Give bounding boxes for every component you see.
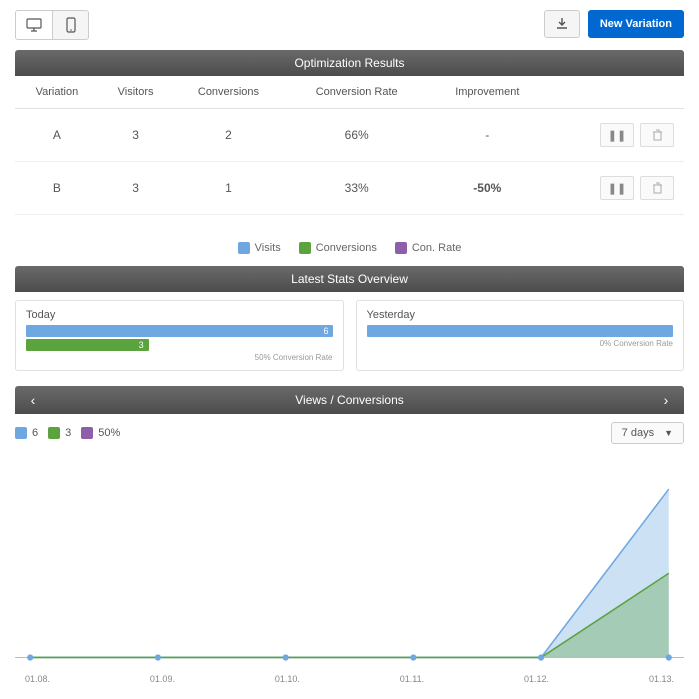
delete-button[interactable]: [640, 176, 674, 200]
legend-conversions: Conversions: [299, 242, 377, 254]
toolbar-right: New Variation: [544, 10, 684, 40]
cell-rate: 33%: [285, 162, 429, 215]
latest-stats-header: Latest Stats Overview: [15, 266, 684, 292]
range-label: 7 days: [622, 427, 654, 439]
col-improvement: Improvement: [429, 76, 546, 109]
trash-icon: [652, 182, 663, 194]
chevron-down-icon: ▼: [664, 428, 673, 438]
today-conversions-bar: [26, 339, 149, 351]
chart-legend: Visits Conversions Con. Rate: [0, 230, 699, 266]
results-table: Variation Visitors Conversions Conversio…: [15, 76, 684, 215]
cell-variation: B: [15, 162, 99, 215]
prev-arrow[interactable]: ‹: [21, 392, 45, 408]
cell-variation: A: [15, 109, 99, 162]
yesterday-rate-text: 0% Conversion Rate: [367, 339, 674, 348]
trash-icon: [652, 129, 663, 141]
x-tick: 01.09.: [150, 674, 175, 684]
col-actions: [546, 76, 684, 109]
today-visits-bar: [26, 325, 333, 337]
delete-button[interactable]: [640, 123, 674, 147]
col-visitors: Visitors: [99, 76, 172, 109]
mobile-icon: [66, 17, 76, 33]
pause-button[interactable]: ❚❚: [600, 123, 634, 147]
cell-visitors: 3: [99, 162, 172, 215]
download-button[interactable]: [544, 10, 580, 38]
top-toolbar: New Variation: [0, 0, 699, 50]
today-visits-value: 6: [323, 325, 328, 337]
today-rate-text: 50% Conversion Rate: [26, 353, 333, 362]
col-variation: Variation: [15, 76, 99, 109]
x-tick: 01.11.: [400, 674, 424, 684]
views-title: Views / Conversions: [295, 393, 404, 407]
table-row: B3133%-50% ❚❚: [15, 162, 684, 215]
legend-con-rate: Con. Rate: [395, 242, 462, 254]
cell-improvement: -: [429, 109, 546, 162]
cell-conversions: 2: [172, 109, 284, 162]
range-select[interactable]: 7 days ▼: [611, 422, 684, 444]
desktop-icon: [26, 18, 42, 32]
cell-rate: 66%: [285, 109, 429, 162]
chart-x-axis: 01.08. 01.09. 01.10. 01.11. 01.12. 01.13.: [15, 674, 684, 684]
legend-visits: Visits: [238, 242, 281, 254]
device-toggle-group: [15, 10, 89, 40]
x-tick: 01.10.: [275, 674, 300, 684]
cell-improvement: -50%: [429, 162, 546, 215]
today-card: Today 6 3 50% Conversion Rate: [15, 300, 344, 371]
yesterday-card: Yesterday 0% Conversion Rate: [356, 300, 685, 371]
summary-conversions: 3: [65, 427, 71, 439]
summary-rate: 50%: [98, 427, 120, 439]
download-icon: [555, 17, 569, 31]
cell-conversions: 1: [172, 162, 284, 215]
next-arrow[interactable]: ›: [654, 392, 678, 408]
table-row: A3266%- ❚❚: [15, 109, 684, 162]
results-header: Optimization Results: [15, 50, 684, 76]
yesterday-label: Yesterday: [367, 309, 674, 321]
summary-legend: 6 3 50%: [15, 427, 120, 439]
views-conversions-header: ‹ Views / Conversions ›: [15, 386, 684, 414]
pause-icon: ❚❚: [608, 182, 626, 195]
col-conversions: Conversions: [172, 76, 284, 109]
x-tick: 01.12.: [524, 674, 549, 684]
new-variation-button[interactable]: New Variation: [588, 10, 684, 38]
desktop-toggle[interactable]: [16, 11, 52, 39]
today-conversions-value: 3: [139, 339, 144, 351]
line-chart: [15, 468, 684, 668]
summary-visits: 6: [32, 427, 38, 439]
mobile-toggle[interactable]: [52, 11, 88, 39]
pause-button[interactable]: ❚❚: [600, 176, 634, 200]
pause-icon: ❚❚: [608, 129, 626, 142]
col-rate: Conversion Rate: [285, 76, 429, 109]
yesterday-visits-bar: [367, 325, 674, 337]
cell-visitors: 3: [99, 109, 172, 162]
today-label: Today: [26, 309, 333, 321]
x-tick: 01.08.: [25, 674, 50, 684]
x-tick: 01.13.: [649, 674, 674, 684]
